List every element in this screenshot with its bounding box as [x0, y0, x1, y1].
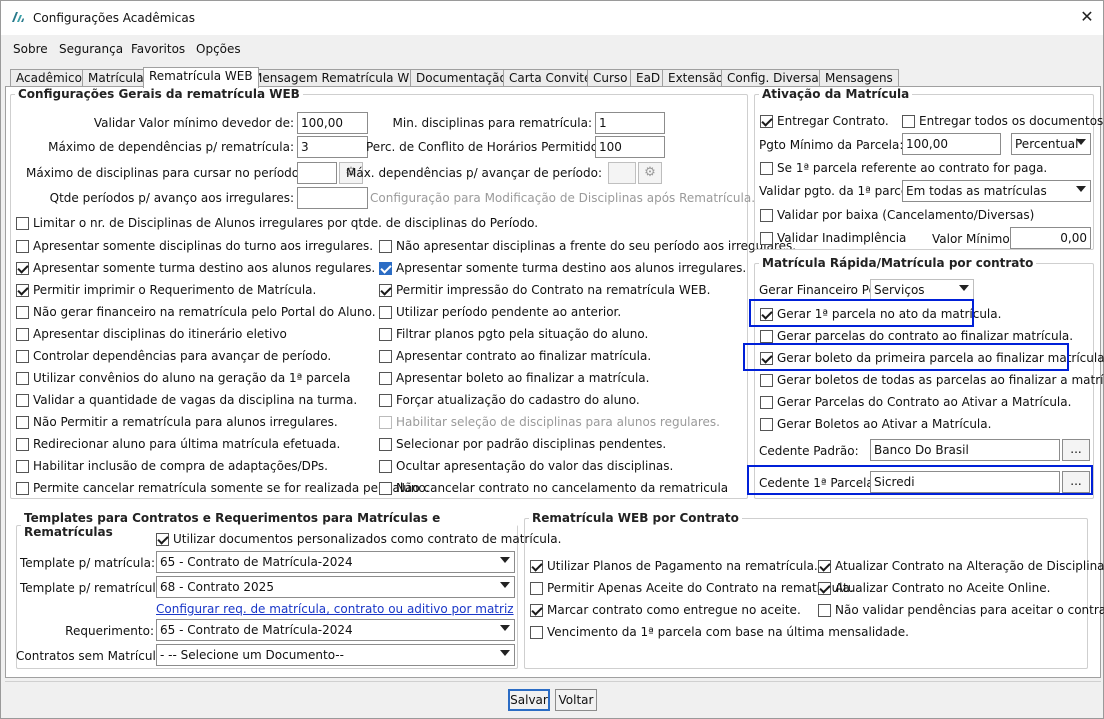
- template-matricula-label: Template p/ matrícula:: [20, 556, 155, 570]
- matricula-rapida-legend: Matrícula Rápida/Matrícula por contrato: [762, 256, 1034, 270]
- config-window: Configurações Acadêmicas ✕ Sobre Seguran…: [0, 0, 1104, 719]
- tab-matricula[interactable]: Matrícula: [82, 69, 150, 87]
- cedente-padrao-lookup-button[interactable]: ...: [1062, 439, 1090, 461]
- tab-config-diversas[interactable]: Config. Diversas: [721, 69, 831, 87]
- perc-conflito-input[interactable]: 100: [595, 136, 665, 158]
- highlight-box: [749, 299, 974, 327]
- title-bar: Configurações Acadêmicas ✕: [1, 1, 1103, 35]
- valor-minimo-ativ-label: Valor Mínimo:: [932, 232, 1014, 246]
- tab-rematricula-web[interactable]: Rematrícula WEB: [143, 67, 259, 88]
- save-button[interactable]: Salvar: [508, 689, 550, 711]
- menu-bar: Sobre Segurança Favoritos Opções: [1, 37, 1103, 61]
- menu-favoritos[interactable]: Favoritos: [131, 42, 185, 56]
- gerar-financeiro-label: Gerar Financeiro Por:: [759, 283, 885, 297]
- close-icon[interactable]: ✕: [1077, 7, 1097, 27]
- max-dep-avancar-input[interactable]: [608, 162, 636, 184]
- tab-mensagens[interactable]: Mensagens: [819, 69, 899, 87]
- highlight-box: [747, 465, 1093, 495]
- validar-pgto-label: Validar pgto. da 1ª parcela:: [759, 184, 923, 198]
- perc-conflito-label: Perc. de Conflito de Horários Permitido:: [366, 140, 603, 154]
- config-mod-hint: Configuração para Modificação de Discipl…: [370, 191, 756, 205]
- menu-sobre[interactable]: Sobre: [13, 42, 48, 56]
- template-rematricula-select[interactable]: 68 - Contrato 2025: [156, 576, 515, 598]
- template-matricula-select[interactable]: 65 - Contrato de Matrícula-2024: [156, 551, 515, 573]
- tab-bar: Acadêmico Matrícula Rematrícula WEB Mens…: [1, 67, 1103, 88]
- max-dep-avancar-label: Máx. dependências p/ avançar de período:: [346, 166, 603, 180]
- template-rematricula-label: Template p/ rematrícula:: [20, 581, 168, 595]
- gerar-financeiro-select[interactable]: Serviços: [870, 279, 974, 301]
- min-disciplinas-input[interactable]: 1: [595, 112, 665, 134]
- tab-mensagem-rematricula-web[interactable]: Mensagem Rematrícula WEB: [246, 69, 432, 87]
- contratos-sem-select[interactable]: - -- Selecione um Documento--: [156, 644, 515, 666]
- cedente-padrao-input[interactable]: Banco Do Brasil: [870, 439, 1060, 461]
- tab-extensao[interactable]: Extensão: [662, 69, 730, 87]
- tab-carta-convite[interactable]: Carta Convite: [503, 69, 598, 87]
- configurar-req-link[interactable]: Configurar req. de matrícula, contrato o…: [156, 602, 514, 616]
- back-button[interactable]: Voltar: [555, 689, 597, 711]
- rematricula-contrato-legend: Rematrícula WEB por Contrato: [532, 511, 739, 525]
- tab-panel: Configurações Gerais da rematrícula WEB …: [5, 86, 1104, 678]
- cedente-padrao-label: Cedente Padrão:: [759, 444, 859, 458]
- max-disciplinas-input[interactable]: [297, 162, 337, 184]
- max-disciplinas-label: Máximo de disciplinas para cursar no per…: [26, 166, 304, 180]
- pgto-minimo-label: Pgto Mínimo da Parcela:: [759, 138, 904, 152]
- requerimento-label: Requerimento:: [65, 624, 154, 638]
- pgto-tipo-select[interactable]: Percentual: [1011, 133, 1091, 155]
- footer-bar: Salvar Voltar: [5, 681, 1101, 717]
- pgto-minimo-input[interactable]: 100,00: [902, 133, 1001, 155]
- qtde-periodos-input[interactable]: [297, 187, 368, 209]
- tab-academico[interactable]: Acadêmico: [10, 69, 88, 87]
- min-disciplinas-label: Min. disciplinas para rematrícula:: [392, 116, 592, 130]
- valor-minimo-label: Validar Valor mínimo devedor de:: [93, 116, 294, 130]
- requerimento-select[interactable]: 65 - Contrato de Matrícula-2024: [156, 619, 515, 641]
- gear-icon[interactable]: ⚙: [638, 162, 662, 184]
- highlight-box: [743, 343, 1069, 371]
- app-logo-icon: [12, 12, 24, 22]
- window-title: Configurações Acadêmicas: [33, 11, 195, 25]
- tab-ead[interactable]: EaD: [630, 69, 667, 87]
- max-dependencias-label: Máximo de dependências p/ rematrícula:: [48, 140, 294, 154]
- menu-opcoes[interactable]: Opções: [196, 42, 241, 56]
- qtde-periodos-label: Qtde períodos p/ avanço aos irregulares:: [49, 191, 294, 205]
- contratos-sem-label: Contratos sem Matrícula:: [16, 649, 168, 663]
- config-gerais-legend: Configurações Gerais da rematrícula WEB: [18, 87, 300, 101]
- valor-minimo-ativ-input[interactable]: 0,00: [1010, 227, 1091, 249]
- tab-documentacao[interactable]: Documentação: [410, 69, 513, 87]
- max-dependencias-input[interactable]: 3: [297, 136, 368, 158]
- validar-pgto-select[interactable]: Em todas as matrículas: [902, 180, 1091, 202]
- tab-curso[interactable]: Curso: [587, 69, 634, 87]
- menu-seguranca[interactable]: Segurança: [59, 42, 123, 56]
- ativacao-legend: Ativação da Matrícula: [762, 87, 910, 101]
- valor-minimo-input[interactable]: 100,00: [297, 112, 368, 134]
